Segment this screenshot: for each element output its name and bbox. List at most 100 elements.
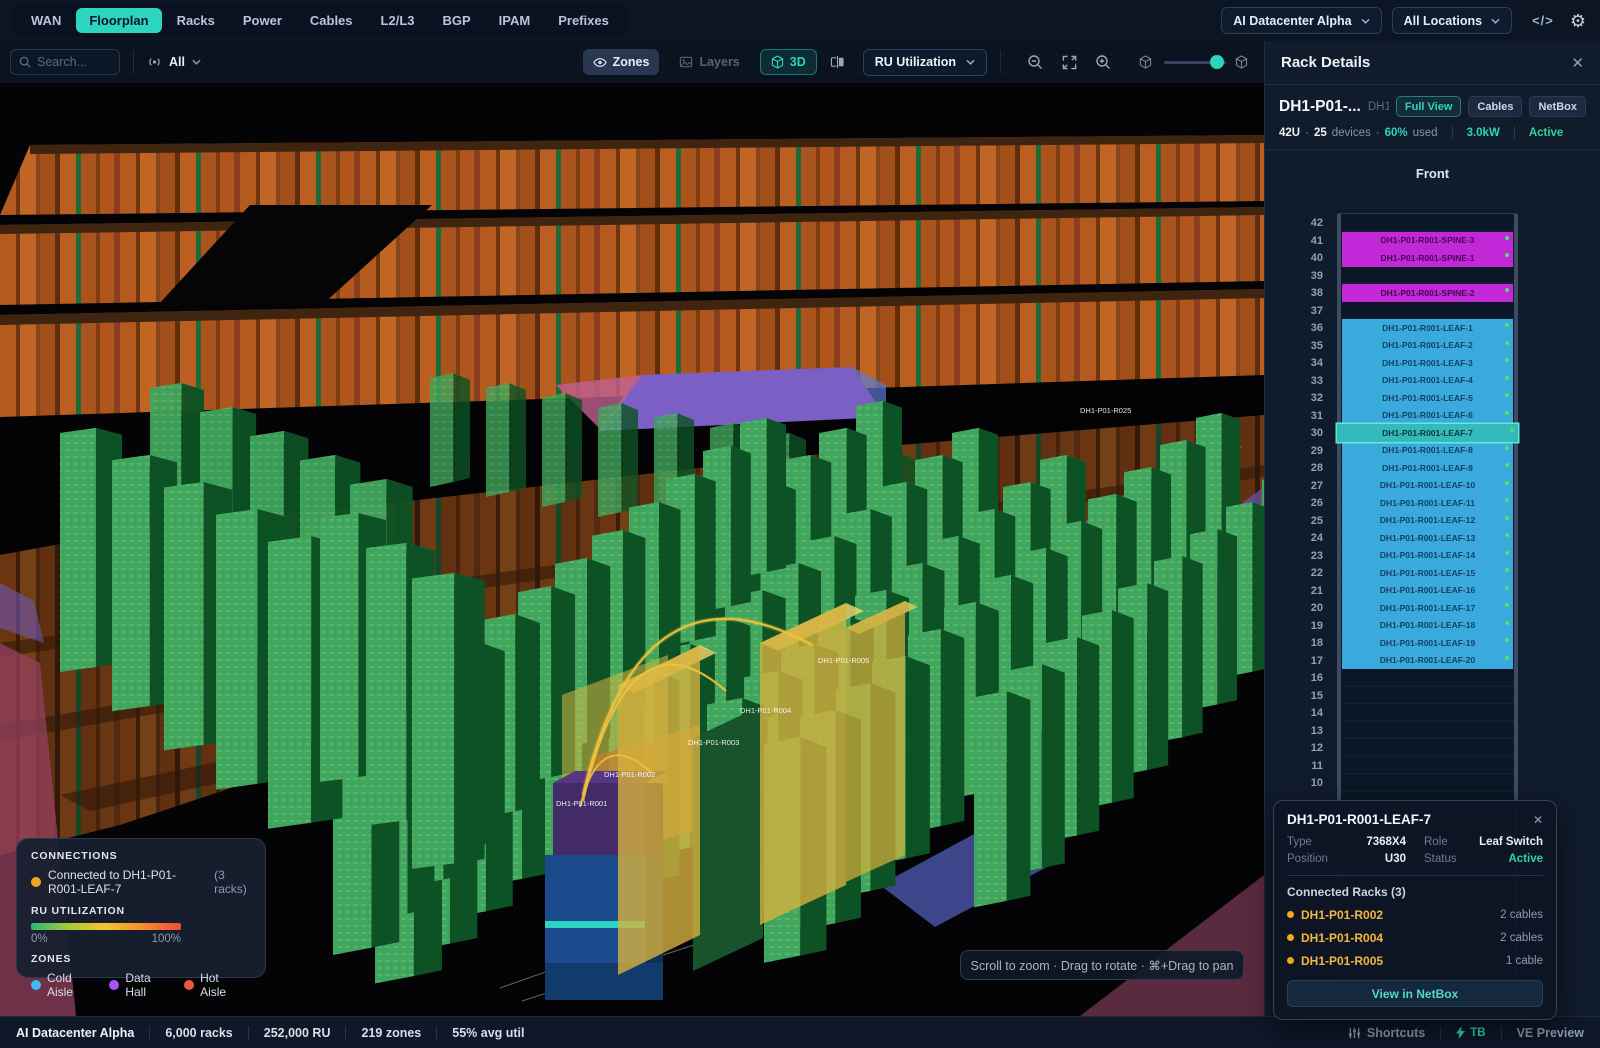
connected-rack-row[interactable]: DH1-P01-R0051 cable bbox=[1287, 949, 1543, 972]
elevation-device-row[interactable]: DH1-P01-R001-LEAF-15 bbox=[1342, 564, 1513, 582]
elevation-device-row[interactable]: DH1-P01-R001-LEAF-19 bbox=[1342, 634, 1513, 652]
cables-button[interactable]: Cables bbox=[1468, 96, 1522, 117]
elevation-device-row[interactable]: DH1-P01-R001-LEAF-2 bbox=[1342, 337, 1513, 355]
code-view-button[interactable]: </> bbox=[1532, 13, 1554, 28]
status-item: 252,000 RU bbox=[264, 1026, 331, 1040]
locations-select[interactable]: All Locations bbox=[1392, 7, 1512, 34]
unit-number: 31 bbox=[1265, 408, 1323, 426]
zones-toggle[interactable]: Zones bbox=[583, 49, 660, 75]
elevation-device-row[interactable]: DH1-P01-R001-LEAF-12 bbox=[1342, 512, 1513, 530]
elevation-device-row[interactable]: DH1-P01-R001-LEAF-18 bbox=[1342, 617, 1513, 635]
unit-number: 15 bbox=[1265, 688, 1323, 706]
elevation-device-selected[interactable]: DH1-P01-R001-LEAF-7 bbox=[1337, 424, 1518, 442]
settings-gear-icon[interactable]: ⚙ bbox=[1570, 12, 1586, 30]
ru-gradient-bar bbox=[31, 923, 181, 930]
connected-racks-title: Connected Racks (3) bbox=[1287, 885, 1543, 899]
elevation-device-row[interactable]: DH1-P01-R001-LEAF-1 bbox=[1342, 319, 1513, 337]
device-status-dot bbox=[1505, 463, 1509, 467]
search-icon bbox=[19, 56, 31, 68]
connected-rack-row[interactable]: DH1-P01-R0042 cables bbox=[1287, 926, 1543, 949]
device-status-dot bbox=[1505, 323, 1509, 327]
tab-racks[interactable]: Racks bbox=[164, 8, 228, 33]
tab-floorplan[interactable]: Floorplan bbox=[76, 8, 161, 33]
datacenter-select[interactable]: AI Datacenter Alpha bbox=[1221, 7, 1381, 34]
fit-screen-button[interactable] bbox=[1056, 49, 1082, 75]
legend-ru-title: RU UTILIZATION bbox=[31, 905, 251, 917]
layers-toggle[interactable]: Layers bbox=[669, 49, 749, 75]
elevation-device-row[interactable]: DH1-P01-R001-LEAF-5 bbox=[1342, 389, 1513, 407]
elevation-device-row[interactable]: DH1-P01-R001-LEAF-10 bbox=[1342, 477, 1513, 495]
popup-close-icon[interactable]: ✕ bbox=[1533, 813, 1543, 827]
elevation-device-row[interactable]: DH1-P01-R001-LEAF-20 bbox=[1342, 652, 1513, 670]
elevation-device-row[interactable]: DH1-P01-R001-LEAF-3 bbox=[1342, 354, 1513, 372]
rack-details-panel: Rack Details ✕ DH1-P01-... DH1-Po... Ful… bbox=[1264, 41, 1600, 1016]
view-in-netbox-button[interactable]: View in NetBox bbox=[1287, 980, 1543, 1007]
shortcuts-button[interactable]: Shortcuts bbox=[1348, 1026, 1425, 1040]
unit-number: 21 bbox=[1265, 583, 1323, 601]
tab-ipam[interactable]: IPAM bbox=[486, 8, 544, 33]
slider-knob[interactable] bbox=[1210, 55, 1224, 69]
tab-cables[interactable]: Cables bbox=[297, 8, 366, 33]
cube-outline-icon bbox=[1228, 49, 1254, 75]
elevation-device-row[interactable]: DH1-P01-R001-LEAF-4 bbox=[1342, 372, 1513, 390]
connected-rack-row[interactable]: DH1-P01-R0022 cables bbox=[1287, 903, 1543, 926]
unit-number: 22 bbox=[1265, 565, 1323, 583]
unit-number: 30 bbox=[1265, 425, 1323, 443]
elevation-device-row[interactable]: DH1-P01-R001-SPINE-3 bbox=[1342, 232, 1513, 250]
tb-indicator[interactable]: TB bbox=[1456, 1026, 1485, 1039]
legend-zones-title: ZONES bbox=[31, 953, 251, 965]
device-status-dot bbox=[1505, 446, 1509, 450]
scene-rack-label: DH1-P01-R001 bbox=[556, 799, 607, 808]
full-view-button[interactable]: Full View bbox=[1396, 96, 1461, 117]
elevation-device-row[interactable]: DH1-P01-R001-LEAF-9 bbox=[1342, 459, 1513, 477]
zones-legend-row: Cold AisleData HallHot Aisle bbox=[31, 971, 251, 999]
close-icon[interactable]: ✕ bbox=[1571, 54, 1584, 72]
zoom-in-button[interactable] bbox=[1090, 49, 1116, 75]
ru-max-label: 100% bbox=[152, 933, 181, 945]
eye-icon bbox=[593, 57, 607, 68]
nav-tabs: WANFloorplanRacksPowerCablesL2/L3BGPIPAM… bbox=[14, 4, 626, 37]
search-placeholder: Search... bbox=[37, 55, 87, 69]
elevation-device-row[interactable]: DH1-P01-R001-LEAF-17 bbox=[1342, 599, 1513, 617]
tab-power[interactable]: Power bbox=[230, 8, 295, 33]
rack-devices-count: 25 bbox=[1314, 127, 1327, 139]
cube-small-icon bbox=[1132, 49, 1158, 75]
rack-status: Active bbox=[1529, 127, 1564, 139]
tab-prefixes[interactable]: Prefixes bbox=[545, 8, 622, 33]
unit-number: 11 bbox=[1265, 758, 1323, 776]
zone-legend-cold-aisle: Cold Aisle bbox=[31, 971, 93, 999]
metric-select[interactable]: RU Utilization bbox=[863, 49, 987, 76]
rack-used-word: used bbox=[1413, 127, 1438, 139]
flip-view-icon[interactable] bbox=[825, 49, 851, 75]
device-status-dot bbox=[1505, 411, 1509, 415]
scene-rack-label: DH1-P01-R025 bbox=[1080, 406, 1131, 415]
elevation-device-row[interactable]: DH1-P01-R001-LEAF-6 bbox=[1342, 407, 1513, 425]
elevation-device-row[interactable]: DH1-P01-R001-SPINE-2 bbox=[1342, 284, 1513, 302]
ve-preview-button[interactable]: VE Preview bbox=[1517, 1026, 1584, 1040]
elevation-device-row[interactable]: DH1-P01-R001-LEAF-14 bbox=[1342, 547, 1513, 565]
unit-number: 20 bbox=[1265, 600, 1323, 618]
elevation-device-row[interactable]: DH1-P01-R001-LEAF-8 bbox=[1342, 442, 1513, 460]
3d-toggle[interactable]: 3D bbox=[760, 49, 817, 75]
tab-wan[interactable]: WAN bbox=[18, 8, 74, 33]
zoom-out-button[interactable] bbox=[1022, 49, 1048, 75]
tab-l2-l3[interactable]: L2/L3 bbox=[368, 8, 428, 33]
elevation-device-row[interactable]: DH1-P01-R001-LEAF-11 bbox=[1342, 494, 1513, 512]
unit-number: 18 bbox=[1265, 635, 1323, 653]
elevation-device-row[interactable]: DH1-P01-R001-LEAF-16 bbox=[1342, 582, 1513, 600]
netbox-button[interactable]: NetBox bbox=[1529, 96, 1586, 117]
tab-bgp[interactable]: BGP bbox=[430, 8, 484, 33]
status-item: 6,000 racks bbox=[165, 1026, 232, 1040]
elevation-device-row[interactable]: DH1-P01-R001-SPINE-1 bbox=[1342, 249, 1513, 267]
scope-filter-all[interactable]: All bbox=[147, 55, 201, 69]
app-window: WANFloorplanRacksPowerCablesL2/L3BGPIPAM… bbox=[0, 0, 1600, 1048]
search-input[interactable]: Search... bbox=[10, 49, 120, 75]
unit-number: 24 bbox=[1265, 530, 1323, 548]
zone-legend-data-hall: Data Hall bbox=[109, 971, 168, 999]
device-status-dot bbox=[1510, 428, 1514, 432]
opacity-slider[interactable] bbox=[1164, 49, 1226, 75]
elevation-device-row[interactable]: DH1-P01-R001-LEAF-13 bbox=[1342, 529, 1513, 547]
rack-used-pct: 60% bbox=[1385, 127, 1408, 139]
cube-icon bbox=[771, 55, 784, 69]
unit-number: 25 bbox=[1265, 513, 1323, 531]
